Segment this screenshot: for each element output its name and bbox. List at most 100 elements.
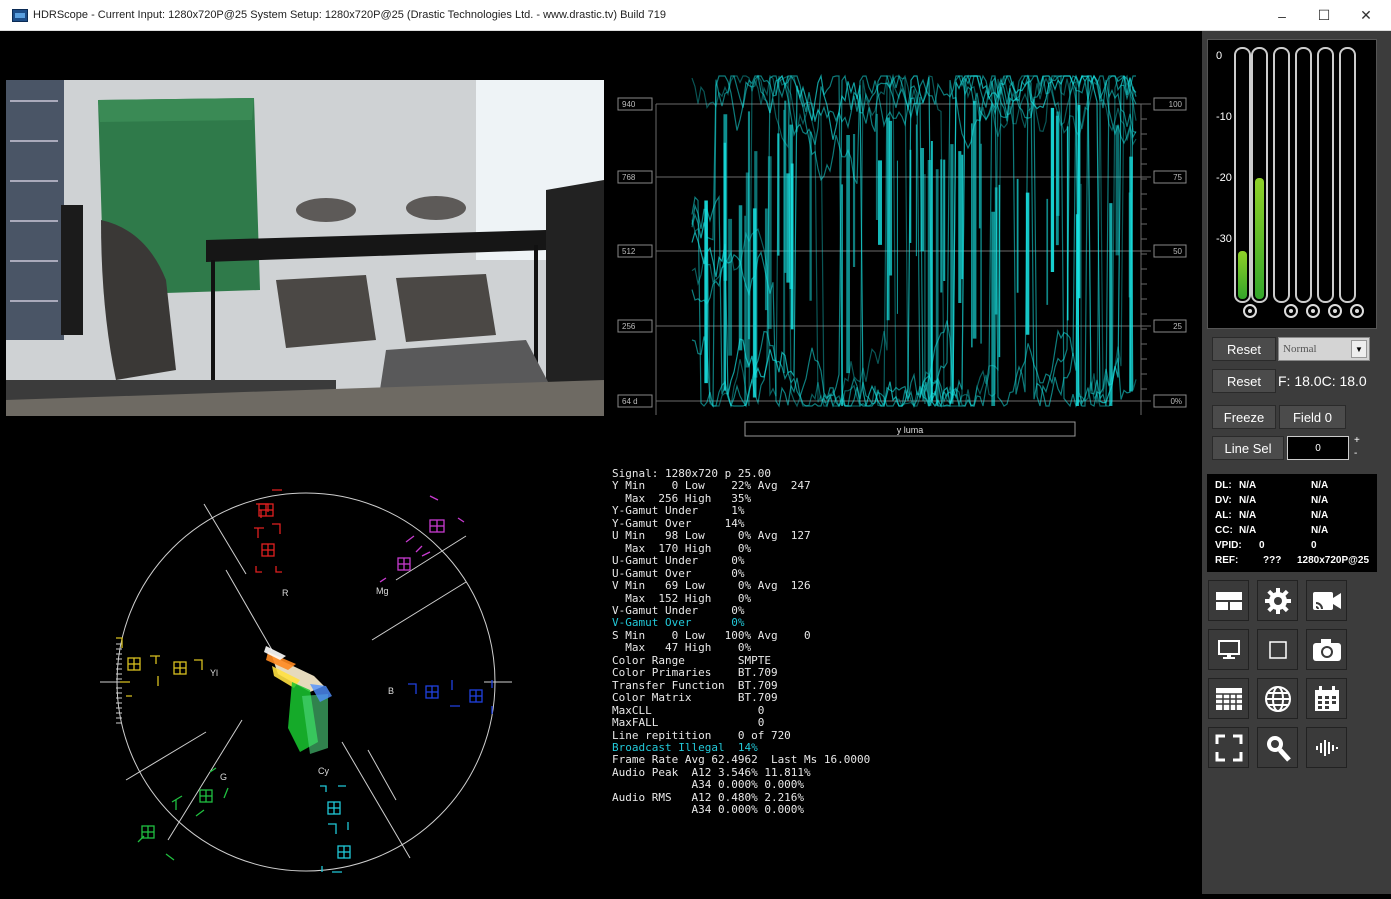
audio-meters: 0 -10 -20 -30 — [1207, 39, 1377, 329]
svg-text:75: 75 — [1173, 173, 1182, 182]
window-title: HDRScope - Current Input: 1280x720P@25 S… — [33, 9, 666, 21]
mode-select[interactable]: Normal ▼ — [1278, 337, 1370, 361]
info-value: N/A — [1311, 510, 1329, 521]
svg-text:512: 512 — [622, 247, 636, 256]
stats-line: Color Matrix BT.709 — [612, 691, 778, 705]
cast-camera-button[interactable] — [1306, 580, 1347, 621]
square-button[interactable] — [1257, 629, 1298, 670]
chevron-down-icon[interactable]: ▼ — [1351, 340, 1367, 358]
stats-line: A34 0.000% 0.000% — [612, 778, 805, 792]
vectorscope-label-mg: Mg — [376, 586, 389, 596]
close-button[interactable]: ✕ — [1343, 0, 1389, 31]
waveform-left-scale-label: 768 — [617, 170, 653, 184]
waveform-mode-label: y luma — [897, 425, 924, 435]
info-key: VPID: — [1215, 540, 1242, 551]
waveform-left-scale-label: 64 d — [617, 394, 653, 408]
table-icon — [1215, 687, 1243, 711]
mode-select-value: Normal — [1283, 343, 1317, 355]
cyan-target — [320, 785, 351, 873]
audio-channel-select-radio[interactable] — [1350, 304, 1364, 318]
info-row: DV: N/A N/A — [1215, 495, 1375, 507]
info-value: N/A — [1311, 495, 1329, 506]
info-value: N/A — [1311, 480, 1329, 491]
monitor-button[interactable] — [1208, 629, 1249, 670]
vectorscope-label-yl: Yl — [210, 668, 218, 678]
vectorscope-trace — [264, 646, 332, 754]
info-key: AL: — [1215, 510, 1232, 521]
audio-channel-select-radio[interactable] — [1243, 304, 1257, 318]
vectorscope-label-b: B — [388, 686, 394, 696]
field-button[interactable]: Field 0 — [1279, 405, 1346, 429]
magenta-target — [379, 495, 465, 583]
reset-button-1[interactable]: Reset — [1212, 337, 1276, 361]
svg-text:25: 25 — [1173, 322, 1182, 331]
db-label-30: -30 — [1216, 233, 1232, 245]
table-button[interactable] — [1208, 678, 1249, 719]
green-target — [137, 767, 229, 861]
info-row: CC: N/A N/A — [1215, 525, 1375, 537]
calendar-button[interactable] — [1306, 678, 1347, 719]
settings-gear-icon — [1264, 587, 1292, 615]
audio-channel-select-radio[interactable] — [1328, 304, 1342, 318]
decrement-button[interactable]: - — [1354, 448, 1357, 459]
video-preview[interactable] — [6, 80, 604, 416]
info-value: N/A — [1311, 525, 1329, 536]
audio-waveform-button[interactable] — [1306, 727, 1347, 768]
audio-meter-channel — [1317, 47, 1334, 303]
audio-meter-fill — [1238, 251, 1247, 299]
stats-line: Max 47 High 0% — [612, 641, 752, 655]
magnify-button[interactable] — [1257, 727, 1298, 768]
waveform-monitor[interactable]: 940 768 512 256 64 d 100 75 50 25 0% y luma — [606, 60, 1198, 445]
stats-line: MaxFALL 0 — [612, 716, 765, 730]
globe-button[interactable] — [1257, 678, 1298, 719]
audio-meter-channel — [1251, 47, 1268, 303]
waveform-left-scale-label: 940 — [617, 97, 653, 111]
calendar-icon — [1314, 685, 1340, 712]
waveform-right-scale-label: 0% — [1153, 394, 1187, 408]
info-value: 0 — [1259, 540, 1265, 551]
vectorscope[interactable]: R Mg Yl B G Cy — [96, 470, 516, 894]
increment-button[interactable]: + — [1354, 435, 1360, 446]
audio-channel-select-radio[interactable] — [1284, 304, 1298, 318]
audio-channel-select-radio[interactable] — [1306, 304, 1320, 318]
info-row: VPID: 0 0 — [1215, 540, 1375, 552]
waveform-right-scale-label: 100 — [1153, 97, 1187, 111]
stats-line: U-Gamut Under 0% — [612, 554, 745, 568]
fullscreen-button[interactable] — [1208, 727, 1249, 768]
line-number-input[interactable] — [1287, 436, 1349, 460]
stats-line: U Min 98 Low 0% Avg 127 — [612, 529, 811, 543]
layout-button[interactable] — [1208, 580, 1249, 621]
square-icon — [1268, 640, 1288, 660]
info-key: DL: — [1215, 480, 1232, 491]
vectorscope-label-cy: Cy — [318, 766, 329, 776]
snapshot-camera-button[interactable] — [1306, 629, 1347, 670]
svg-text:64 d: 64 d — [622, 397, 638, 406]
signal-info-box: DL: N/A N/A DV: N/A N/A AL: N/A N/A CC: N/A N/A VPID… — [1207, 474, 1377, 572]
freeze-button[interactable]: Freeze — [1212, 405, 1276, 429]
blue-target — [408, 680, 493, 714]
audio-meter-channel — [1273, 47, 1290, 303]
db-label-10: -10 — [1216, 111, 1232, 123]
cast-camera-icon — [1312, 590, 1342, 612]
vectorscope-label-r: R — [282, 588, 289, 598]
video-frame-image — [6, 80, 604, 416]
magnify-icon — [1265, 734, 1291, 762]
layout-icon — [1215, 591, 1242, 610]
signal-statistics: Signal: 1280x720 p 25.00 Y Min 0 Low 22% … — [612, 467, 870, 817]
fullscreen-icon — [1215, 734, 1243, 762]
waveform-right-scale-label: 75 — [1153, 170, 1187, 184]
line-select-button[interactable]: Line Sel — [1212, 436, 1284, 460]
reset-button-2[interactable]: Reset — [1212, 369, 1276, 393]
monitor-icon — [1217, 639, 1240, 660]
waveform-left-scale-label: 512 — [617, 244, 653, 258]
svg-text:100: 100 — [1169, 100, 1183, 109]
maximize-button[interactable]: ☐ — [1301, 0, 1347, 31]
svg-text:256: 256 — [622, 322, 636, 331]
info-value: 0 — [1311, 540, 1317, 551]
info-key: CC: — [1215, 525, 1233, 536]
minimize-button[interactable]: – — [1259, 0, 1305, 31]
svg-text:0%: 0% — [1170, 397, 1182, 406]
focus-contrast-readout: F: 18.0C: 18.0 — [1278, 373, 1367, 389]
svg-text:768: 768 — [622, 173, 636, 182]
settings-gear-button[interactable] — [1257, 580, 1298, 621]
